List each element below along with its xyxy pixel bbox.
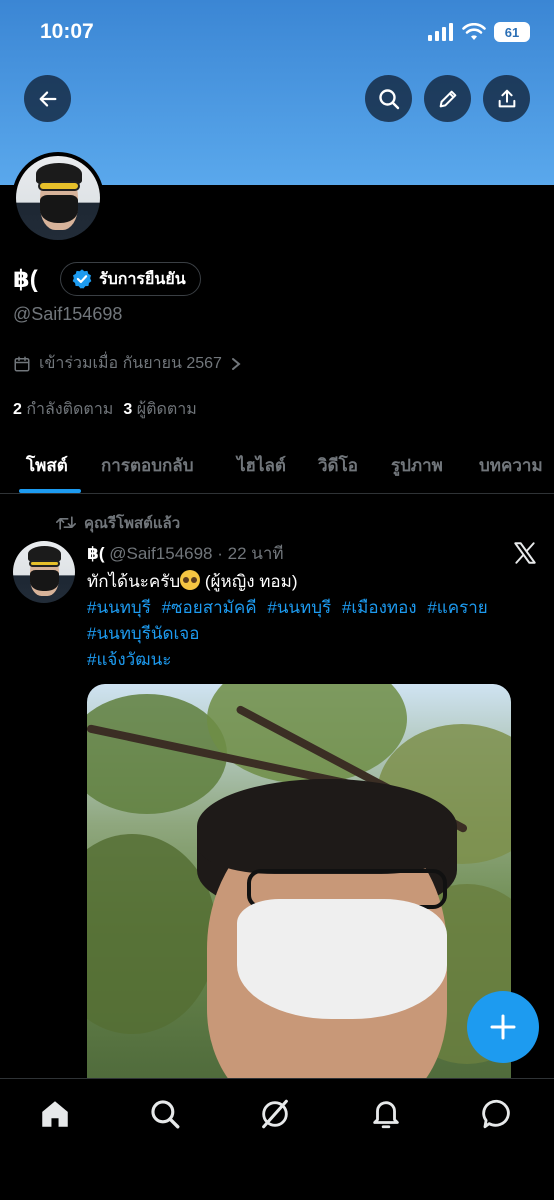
hashtag[interactable]: #นนทบุรีนัดเจอ bbox=[87, 624, 199, 643]
pleading-face-emoji-icon bbox=[180, 570, 201, 590]
battery-icon: 61 bbox=[494, 22, 530, 42]
messages-icon[interactable] bbox=[480, 1097, 514, 1131]
status-icons: 61 bbox=[428, 22, 530, 42]
display-name: ฿( bbox=[13, 266, 38, 293]
share-icon bbox=[498, 89, 515, 107]
hashtag[interactable]: #แจ้งวัฒนะ bbox=[87, 650, 171, 669]
following-count: 2 bbox=[13, 401, 22, 418]
post-author-handle[interactable]: @Saif154698 bbox=[109, 544, 212, 563]
share-button[interactable] bbox=[483, 75, 530, 122]
post-photo[interactable] bbox=[87, 684, 511, 1084]
following-label: กำลังติดตาม bbox=[26, 401, 114, 418]
bell-icon[interactable] bbox=[369, 1097, 403, 1131]
grok-icon[interactable] bbox=[258, 1097, 292, 1131]
profile-tabs: โพสต์ การตอบกลับ ไฮไลต์ วิดีโอ รูปภาพ บท… bbox=[0, 440, 554, 494]
post-text-end: (ผู้หญิง ทอม) bbox=[204, 572, 298, 591]
pencil-icon bbox=[439, 90, 456, 107]
joined-date-row[interactable]: เข้าร่วมเมื่อ กันยายน 2567 bbox=[13, 351, 242, 376]
plus-icon bbox=[490, 1014, 516, 1040]
verified-label: รับการยืนยัน bbox=[99, 270, 186, 288]
post-text: ทักได้นะครับ (ผู้หญิง ทอม) bbox=[87, 568, 298, 595]
chevron-right-icon bbox=[231, 357, 241, 370]
following-link[interactable]: 2 กำลังติดตาม bbox=[13, 397, 113, 422]
tab-replies[interactable]: การตอบกลับ bbox=[101, 452, 194, 479]
profile-handle: @Saif154698 bbox=[13, 304, 123, 324]
post-text-start: ทักได้นะครับ bbox=[87, 572, 181, 591]
wifi-icon bbox=[462, 23, 486, 40]
active-tab-indicator bbox=[19, 489, 81, 493]
tab-posts[interactable]: โพสต์ bbox=[26, 452, 68, 479]
search-icon[interactable] bbox=[148, 1097, 182, 1131]
post-avatar[interactable] bbox=[13, 541, 75, 603]
status-bar: 10:07 61 bbox=[0, 0, 554, 70]
edit-button[interactable] bbox=[424, 75, 471, 122]
tab-articles[interactable]: บทความ bbox=[479, 452, 543, 479]
hashtag[interactable]: #ซอยสามัคคี bbox=[162, 598, 257, 617]
search-button[interactable] bbox=[365, 75, 412, 122]
hashtag[interactable]: #แคราย bbox=[427, 598, 487, 617]
repost-icon bbox=[56, 516, 76, 530]
compose-post-button[interactable] bbox=[467, 991, 539, 1063]
verified-button[interactable]: รับการยืนยัน bbox=[60, 262, 201, 296]
followers-label: ผู้ติดตาม bbox=[136, 401, 197, 418]
bottom-navigation bbox=[0, 1078, 554, 1200]
status-time: 10:07 bbox=[40, 20, 94, 43]
hashtag[interactable]: #เมืองทอง bbox=[342, 598, 417, 617]
profile-avatar[interactable] bbox=[12, 152, 104, 244]
arrow-left-icon bbox=[39, 90, 56, 107]
hashtag[interactable]: #นนทบุรี bbox=[267, 598, 331, 617]
joined-date: เข้าร่วมเมื่อ กันยายน 2567 bbox=[39, 355, 222, 372]
followers-count: 3 bbox=[123, 401, 133, 418]
post-author-name[interactable]: ฿( bbox=[87, 544, 105, 563]
signal-icon bbox=[428, 23, 453, 41]
hashtag[interactable]: #นนทบุรี bbox=[87, 598, 151, 617]
search-icon bbox=[378, 88, 399, 109]
follow-stats: 2 กำลังติดตาม 3 ผู้ติดตาม bbox=[13, 397, 197, 422]
repost-label: คุณรีโพสต์แล้ว bbox=[84, 515, 181, 532]
back-button[interactable] bbox=[24, 75, 71, 122]
tab-highlights[interactable]: ไฮไลต์ bbox=[237, 452, 286, 479]
tab-photos[interactable]: รูปภาพ bbox=[391, 452, 443, 479]
repost-indicator: คุณรีโพสต์แล้ว bbox=[56, 511, 180, 535]
verified-badge-icon bbox=[72, 269, 92, 289]
x-logo-icon[interactable] bbox=[512, 540, 538, 566]
calendar-icon bbox=[14, 356, 30, 371]
followers-link[interactable]: 3 ผู้ติดตาม bbox=[123, 397, 196, 422]
post-time: · 22 นาที bbox=[217, 544, 284, 563]
post-header: ฿( @Saif154698 · 22 นาที bbox=[87, 540, 284, 567]
avatar-image bbox=[16, 156, 100, 240]
tab-videos[interactable]: วิดีโอ bbox=[318, 452, 358, 479]
home-icon[interactable] bbox=[38, 1097, 72, 1131]
post-hashtags: #นนทบุรี #ซอยสามัคคี #นนทบุรี #เมืองทอง … bbox=[87, 595, 547, 673]
